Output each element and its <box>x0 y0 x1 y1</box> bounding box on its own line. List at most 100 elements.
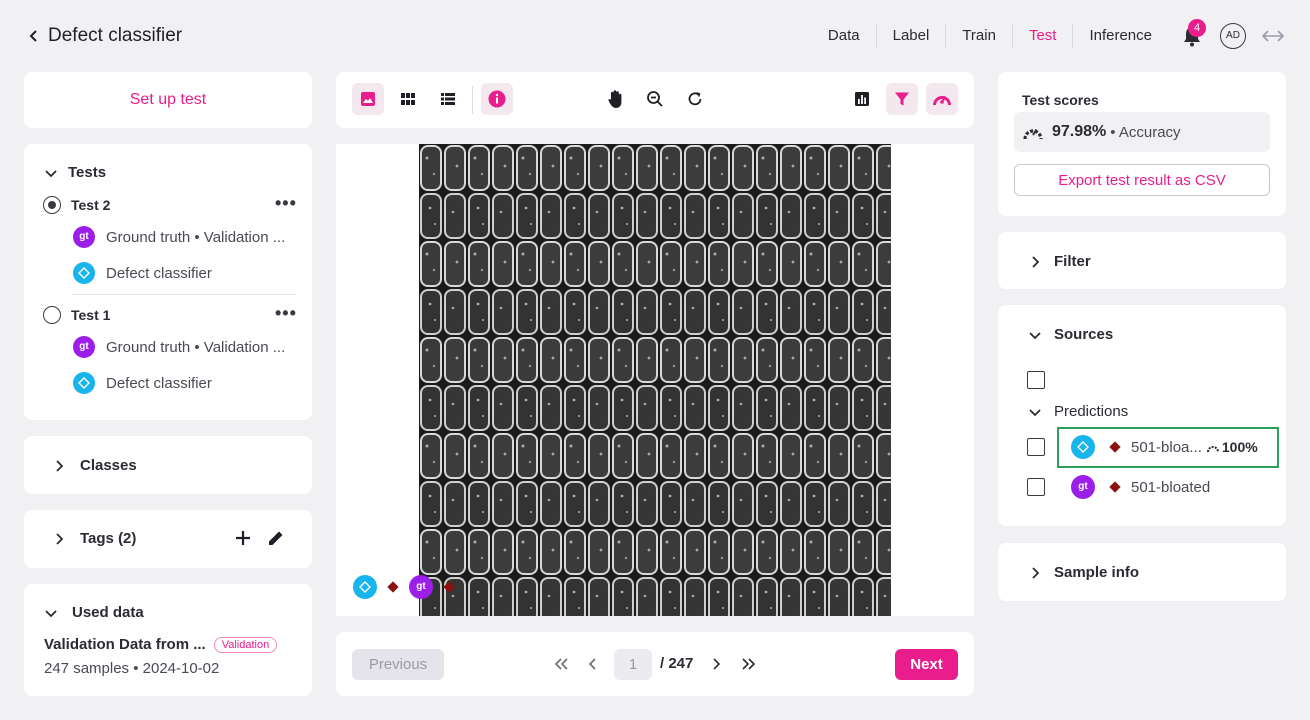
filter-icon <box>895 92 909 106</box>
tests-title: Tests <box>68 164 107 181</box>
prediction-checkbox[interactable] <box>1027 438 1045 456</box>
page-total: / 247 <box>660 655 694 672</box>
filter-button[interactable] <box>886 83 918 115</box>
expand-arrows-icon[interactable] <box>1262 26 1284 46</box>
sources-header[interactable]: Sources <box>1028 326 1113 343</box>
chevron-right-icon <box>56 459 64 472</box>
model-icon <box>353 575 377 599</box>
chevron-left-icon <box>29 30 37 42</box>
info-button[interactable] <box>481 83 513 115</box>
list-view-button[interactable] <box>432 83 464 115</box>
ground-truth-icon: gt <box>73 336 95 358</box>
sources-title: Sources <box>1054 326 1114 343</box>
tests-panel: Tests Test 2 ••• gt Ground truth • Valid… <box>24 144 312 420</box>
first-page-icon[interactable] <box>554 657 570 671</box>
image-icon <box>361 92 375 106</box>
metrics-button[interactable] <box>926 83 958 115</box>
ground-truth-icon: gt <box>1071 475 1095 499</box>
test-item[interactable]: Test 1 <box>43 306 110 324</box>
export-csv-button[interactable]: Export test result as CSV <box>1014 164 1270 196</box>
ground-truth-icon: gt <box>73 226 95 248</box>
class-marker <box>1109 481 1121 493</box>
used-data-panel: Used data Validation Data from ... Valid… <box>24 584 312 696</box>
previous-button[interactable]: Previous <box>352 649 444 680</box>
test-radio[interactable] <box>43 306 61 324</box>
chevron-right-icon <box>56 532 64 545</box>
next-page-icon[interactable] <box>711 657 721 671</box>
accuracy-metric: 97.98% • Accuracy <box>1014 112 1270 152</box>
chevron-down-icon <box>1029 408 1041 416</box>
gauge-icon <box>1206 445 1219 452</box>
pencil-icon[interactable] <box>266 528 286 548</box>
prediction-item: 501-bloa... 100% <box>1071 435 1258 459</box>
list-icon <box>441 93 455 105</box>
predictions-label: Predictions <box>1054 403 1129 420</box>
plus-icon[interactable] <box>234 529 252 547</box>
chevron-right-icon <box>1032 255 1040 268</box>
main-nav: Data Label Train Test Inference <box>812 22 1168 50</box>
dataset-meta: 247 samples • 2024-10-02 <box>44 660 220 677</box>
set-up-test-button[interactable]: Set up test <box>24 72 312 128</box>
model-icon <box>1071 435 1095 459</box>
gauge-icon <box>933 95 951 106</box>
accuracy-value: 97.98% <box>1052 123 1107 140</box>
tags-title: Tags (2) <box>80 530 137 547</box>
dataset-type-badge: Validation <box>213 636 278 653</box>
sample-image[interactable] <box>419 144 891 616</box>
more-options-icon[interactable]: ••• <box>275 303 297 324</box>
hand-icon <box>608 90 622 108</box>
test-scores-title: Test scores <box>1022 92 1099 108</box>
chart-button[interactable] <box>846 83 878 115</box>
sources-panel: Sources Predictions 501-bloa... 100% gt … <box>998 305 1286 526</box>
bar-chart-icon <box>855 92 869 106</box>
nav-inference[interactable]: Inference <box>1072 24 1168 48</box>
test-item[interactable]: Test 2 <box>43 196 110 214</box>
pan-button[interactable] <box>600 83 632 115</box>
back-button[interactable]: Defect classifier <box>28 25 182 47</box>
used-data-header[interactable]: Used data <box>44 604 144 621</box>
nav-data[interactable]: Data <box>812 24 876 48</box>
accuracy-label: • Accuracy <box>1110 123 1181 141</box>
nav-test[interactable]: Test <box>1011 24 1073 48</box>
model-icon <box>73 372 95 394</box>
avatar[interactable]: AD <box>1220 23 1246 49</box>
zoom-icon <box>647 91 663 107</box>
grid-view-button[interactable] <box>392 83 424 115</box>
used-data-title: Used data <box>72 604 144 621</box>
ground-truth-checkbox[interactable] <box>1027 478 1045 496</box>
sample-info-panel[interactable]: Sample info <box>998 543 1286 601</box>
zoom-button[interactable] <box>639 83 671 115</box>
page-input[interactable]: 1 <box>614 649 652 680</box>
pagination-bar: Previous 1 / 247 Next <box>336 632 974 696</box>
last-page-icon[interactable] <box>740 657 756 671</box>
page-title: Defect classifier <box>48 25 183 46</box>
previous-page-icon[interactable] <box>588 657 598 671</box>
image-view-button[interactable] <box>352 83 384 115</box>
filter-panel[interactable]: Filter <box>998 232 1286 289</box>
test-model-label: Defect classifier <box>106 264 212 282</box>
reset-view-button[interactable] <box>679 83 711 115</box>
predictions-header[interactable]: Predictions <box>1028 403 1128 420</box>
more-options-icon[interactable]: ••• <box>275 193 297 214</box>
next-button[interactable]: Next <box>895 649 958 680</box>
test-source-gt: gt Ground truth • Validation ... <box>73 336 285 358</box>
ground-truth-icon: gt <box>409 575 433 599</box>
test-radio-selected[interactable] <box>43 196 61 214</box>
grid-icon <box>401 93 415 105</box>
source-checkbox[interactable] <box>1027 371 1045 389</box>
tests-header[interactable]: Tests <box>44 164 106 181</box>
test-gt-label: Ground truth • Validation ... <box>106 338 286 356</box>
test-scores-panel: Test scores 97.98% • Accuracy Export tes… <box>998 72 1286 216</box>
filter-title: Filter <box>1054 253 1091 270</box>
info-icon <box>488 90 506 108</box>
test-source-model: Defect classifier <box>73 262 212 284</box>
nav-train[interactable]: Train <box>945 24 1012 48</box>
nav-label[interactable]: Label <box>875 24 946 48</box>
test-source-model: Defect classifier <box>73 372 212 394</box>
classes-panel[interactable]: Classes <box>24 436 312 494</box>
sample-info-title: Sample info <box>1054 564 1140 581</box>
image-viewer[interactable]: gt <box>336 144 974 616</box>
ground-truth-item: gt 501-bloated <box>1071 475 1210 499</box>
tags-panel[interactable]: Tags (2) <box>24 510 312 568</box>
defect-texture-image <box>419 144 891 616</box>
